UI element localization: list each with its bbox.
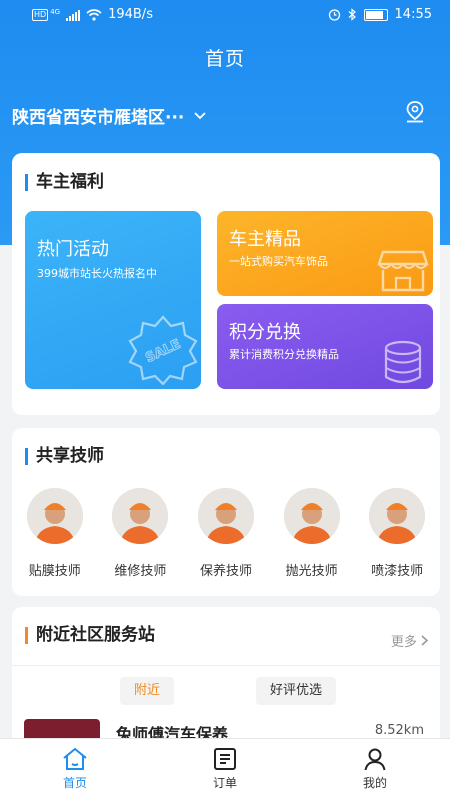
sale-badge-icon: SALE [128,315,198,385]
location-text: 陕西省西安市雁塔区··· [12,108,185,128]
benefits-title: 车主福利 [25,174,104,191]
hd-badge: HD [32,8,49,21]
store-icon [377,250,429,292]
signal-type: 4G [50,7,61,16]
map-pin-icon[interactable] [404,100,426,124]
home-icon [63,747,87,770]
status-right: 14:55 [328,7,432,22]
more-link[interactable]: 更多 [390,631,429,650]
technician-item[interactable]: 抛光技师 [272,488,352,579]
location-selector[interactable]: 陕西省西安市雁塔区··· [12,103,207,128]
nav-orders-label: 订单 [212,776,237,790]
divider [12,665,440,666]
benefits-card: 车主福利 热门活动 399城市站长火热报名中 SALE 车主精品 一站式购买汽车… [12,153,440,415]
technician-item[interactable]: 贴膜技师 [15,488,95,579]
nav-home[interactable]: 首页 [0,739,150,801]
points-exchange-tile[interactable]: 积分兑换 累计消费积分兑换精品 [217,304,433,389]
sale-badge-text: SALE [143,337,183,366]
hot-activity-tile[interactable]: 热门活动 399城市站长火热报名中 SALE [25,211,201,389]
nav-profile-label: 我的 [362,776,387,790]
nav-profile[interactable]: 我的 [300,739,450,801]
status-time: 14:55 [394,7,432,22]
boutique-subtitle: 一站式购买汽车饰品 [229,255,328,268]
profile-icon [364,748,386,771]
signal-icon [66,9,81,21]
page-title: 首页 [204,48,245,70]
boutique-title: 车主精品 [229,229,301,250]
technician-avatar [112,488,169,544]
filter-top-rated[interactable]: 好评优选 [256,677,337,705]
nav-home-label: 首页 [62,776,87,790]
more-label: 更多 [390,635,417,650]
technician-label: 维修技师 [114,564,167,579]
points-subtitle: 累计消费积分兑换精品 [229,348,339,361]
order-icon [214,748,236,770]
chevron-down-icon [194,111,207,119]
technician-item[interactable]: 保养技师 [186,488,266,579]
technician-label: 保养技师 [199,564,252,579]
nav-orders[interactable]: 订单 [150,739,300,801]
technician-avatar [283,488,340,544]
station-distance: 8.52km [374,723,424,738]
hot-activity-title: 热门活动 [37,239,109,260]
alarm-icon [328,9,340,21]
technicians-card: 共享技师 贴膜技师 维修技师 保养技师 抛光技师 喷漆技师 [12,428,440,596]
technician-avatar [369,488,426,544]
status-bar: HD 4G 194B/s 14:55 [0,0,450,30]
bluetooth-icon [348,8,356,21]
technician-list: 贴膜技师 维修技师 保养技师 抛光技师 喷漆技师 [12,488,440,579]
technician-item[interactable]: 维修技师 [100,488,180,579]
hot-activity-subtitle: 399城市站长火热报名中 [37,267,157,280]
technician-avatar [197,488,254,544]
wifi-icon [86,8,102,21]
status-left: HD 4G 194B/s [32,7,153,22]
bottom-nav: 首页 订单 我的 [0,738,450,801]
technician-label: 喷漆技师 [371,564,424,579]
technician-label: 贴膜技师 [28,564,81,579]
coins-stack-icon [384,340,422,384]
stations-title: 附近社区服务站 [25,627,155,644]
filter-nearby[interactable]: 附近 [120,677,175,705]
battery-icon [363,8,388,21]
boutique-tile[interactable]: 车主精品 一站式购买汽车饰品 [217,211,433,296]
technician-avatar [26,488,83,544]
technician-label: 抛光技师 [285,564,338,579]
chevron-right-icon [421,635,429,646]
points-title: 积分兑换 [229,322,301,343]
technician-item[interactable]: 喷漆技师 [357,488,437,579]
technicians-title: 共享技师 [25,448,104,465]
network-speed: 194B/s [108,7,153,22]
